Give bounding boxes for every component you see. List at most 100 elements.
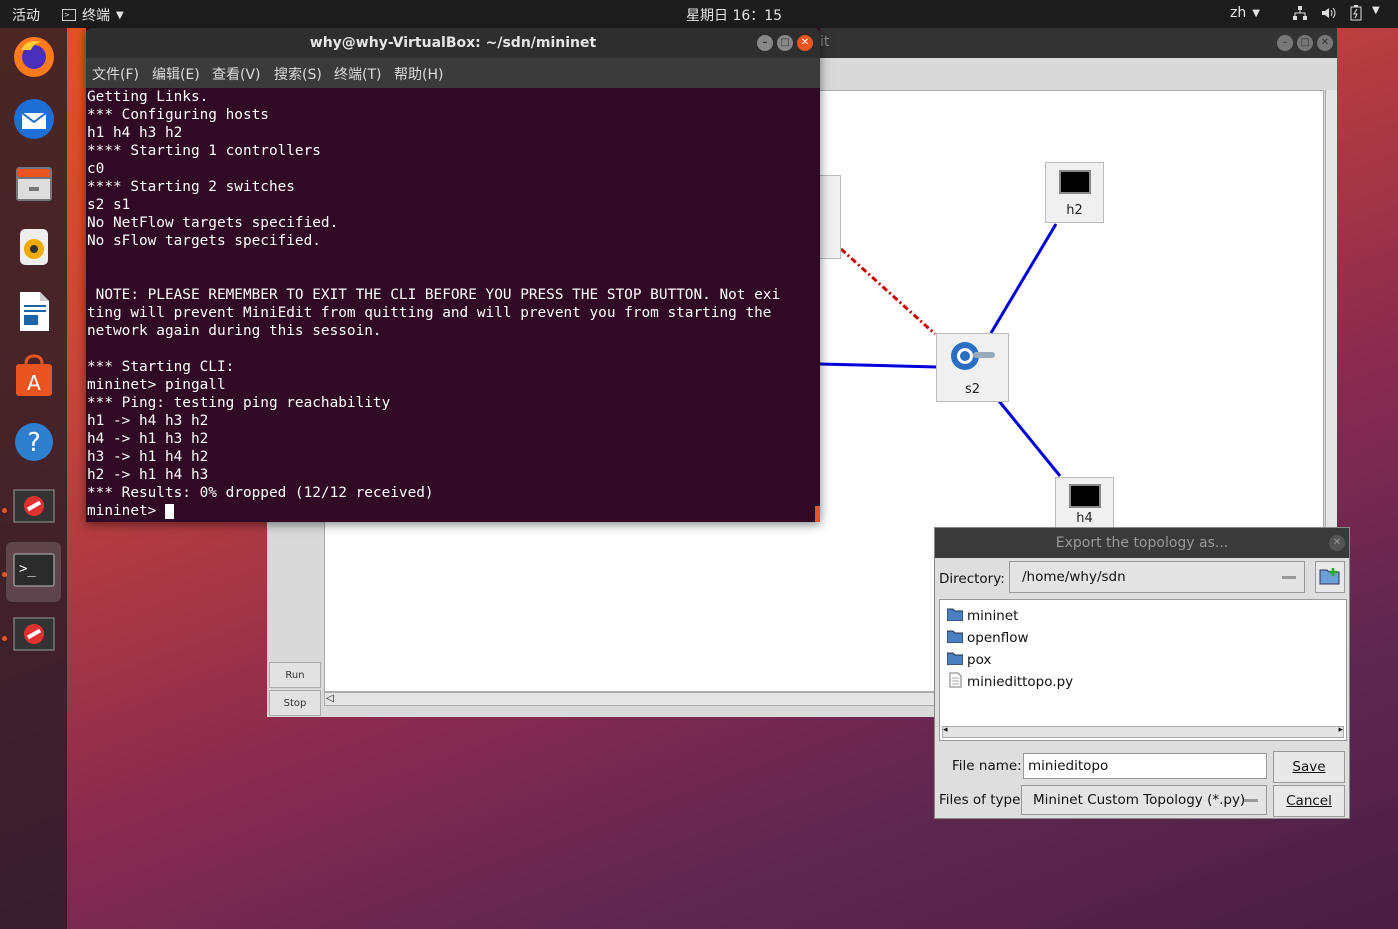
terminal-menubar: 文件(F) 编辑(E) 查看(V) 搜索(S) 终端(T) 帮助(H) [86,58,820,88]
export-dialog: Export the topology as... ✕ Directory: /… [934,527,1350,819]
miniedit-title-fragment: it [820,34,830,50]
activities-button[interactable]: 活动 [12,5,40,25]
scroll-right-icon[interactable]: ▸ [1338,725,1343,735]
close-icon[interactable]: ✕ [797,35,813,51]
list-item-folder[interactable]: openflow [946,627,1029,649]
terminal-line: network again during this sessoin. [87,323,382,339]
terminal-line: *** Results: 0% dropped (12/12 received) [87,485,434,501]
clock[interactable]: 星期日 16：15 [686,5,782,25]
link-s2-h2 [989,223,1058,334]
directory-select[interactable]: /home/why/sdn [1009,561,1305,593]
close-icon[interactable]: ✕ [1317,35,1333,51]
terminal-line: ting will prevent MiniEdit from quitting… [87,305,772,321]
input-method-menu[interactable]: zh ▼ [1230,5,1260,21]
terminal-line: h2 -> h1 h4 h3 [87,467,209,483]
terminal-line: h1 h4 h3 h2 [87,125,183,141]
run-button[interactable]: Run [269,662,321,688]
volume-icon[interactable] [1320,5,1336,25]
file-list-scrollbar[interactable]: ◂ ▸ [942,725,1344,738]
dock-firefox[interactable] [6,31,61,87]
maximize-icon[interactable]: □ [1297,35,1313,51]
host-label: h2 [1066,203,1083,218]
menu-view[interactable]: 查看(V) [212,64,261,84]
svg-text:>_: >_ [19,561,36,577]
minimize-icon[interactable]: – [1277,35,1293,51]
help-icon: ? [12,420,56,468]
terminal-line: mininet> pingall [87,377,226,393]
terminal-title: why@why-VirtualBox: ~/sdn/mininet [309,35,597,51]
app-menu[interactable]: > 终端 ▼ [62,5,124,25]
dock-files[interactable] [6,157,61,213]
menu-search[interactable]: 搜索(S) [274,64,322,84]
folder-icon [946,652,964,669]
dock-rhythmbox[interactable] [6,221,61,277]
maximize-icon[interactable]: □ [777,35,793,51]
file-list[interactable]: mininet openflow pox miniedittopo.py ◂ ▸ [939,599,1347,741]
terminal-line: h3 -> h1 h4 h2 [87,449,209,465]
host-label: h4 [1076,511,1093,526]
file-name: mininet [967,608,1019,624]
terminal-output[interactable]: Getting Links. *** Configuring hosts h1 h4… [87,88,815,522]
terminal-line: NOTE: PLEASE REMEMBER TO EXIT THE CLI BE… [87,287,781,303]
app-name: 终端 [82,8,110,24]
dock-software[interactable]: A [6,350,61,406]
list-item-folder[interactable]: pox [946,649,992,671]
minimize-icon[interactable]: – [757,35,773,51]
terminal-line: c0 [87,161,105,177]
dialog-titlebar[interactable]: Export the topology as... ✕ [935,528,1349,558]
network-icon[interactable] [1292,5,1308,25]
scroll-left-icon[interactable]: ◁ [326,693,334,704]
menu-terminal[interactable]: 终端(T) [334,64,381,84]
folder-icon [946,630,964,647]
filetype-value: Mininet Custom Topology (*.py) [1033,792,1246,808]
terminal-icon: >_ [13,553,55,591]
switch-label: s2 [964,382,981,397]
stop-button[interactable]: Stop [269,690,321,716]
host-node-h4[interactable]: h4 [1055,477,1114,531]
menu-edit[interactable]: 编辑(E) [152,64,200,84]
system-menu-chevron-icon[interactable]: ▼ [1372,5,1380,16]
filetype-select[interactable]: Mininet Custom Topology (*.py) [1021,785,1267,815]
battery-icon[interactable] [1350,5,1362,25]
dock-miniedit-2[interactable] [6,608,61,664]
close-icon[interactable]: ✕ [1329,535,1345,551]
directory-value: /home/why/sdn [1022,569,1126,585]
dock-terminal[interactable]: >_ [6,542,61,602]
files-icon [12,161,56,209]
dropdown-icon [1244,799,1258,802]
save-button[interactable]: Save [1273,751,1345,783]
svg-text:A: A [27,371,41,395]
terminal-line: mininet> [87,502,815,520]
terminal-line: *** Configuring hosts [87,107,269,123]
new-folder-button[interactable] [1315,561,1345,593]
controller-node-partial[interactable] [820,175,841,259]
no-entry-icon [13,489,55,527]
dock-thunderbird[interactable] [6,93,61,149]
dialog-title: Export the topology as... [1055,535,1229,551]
file-icon [947,672,963,692]
terminal-window: why@why-VirtualBox: ~/sdn/mininet – □ ✕ … [86,28,820,522]
firefox-icon [11,34,57,84]
scroll-left-icon[interactable]: ◂ [943,725,948,735]
menu-file[interactable]: 文件(F) [92,64,139,84]
filename-input[interactable] [1023,753,1267,779]
link-s2-h4 [997,400,1062,477]
list-item-folder[interactable]: mininet [946,605,1019,627]
file-name: pox [967,652,992,668]
dock-writer[interactable] [6,285,61,341]
switch-node-s2[interactable]: s2 [936,333,1009,402]
dock-help[interactable]: ? [6,416,61,472]
chevron-down-icon: ▼ [1252,7,1260,19]
host-node-h2[interactable]: h2 [1045,162,1104,223]
file-name: miniedittopo.py [967,674,1074,690]
cancel-button[interactable]: Cancel [1273,785,1345,817]
terminal-titlebar[interactable]: why@why-VirtualBox: ~/sdn/mininet – □ ✕ [86,28,820,58]
menu-help[interactable]: 帮助(H) [394,64,443,84]
dock-miniedit[interactable] [6,480,61,536]
controller-link [839,247,937,336]
new-folder-icon [1319,565,1341,589]
terminal-cursor [164,504,174,519]
terminal-scrollbar[interactable] [815,506,820,522]
list-item-file[interactable]: miniedittopo.py [947,671,1073,693]
